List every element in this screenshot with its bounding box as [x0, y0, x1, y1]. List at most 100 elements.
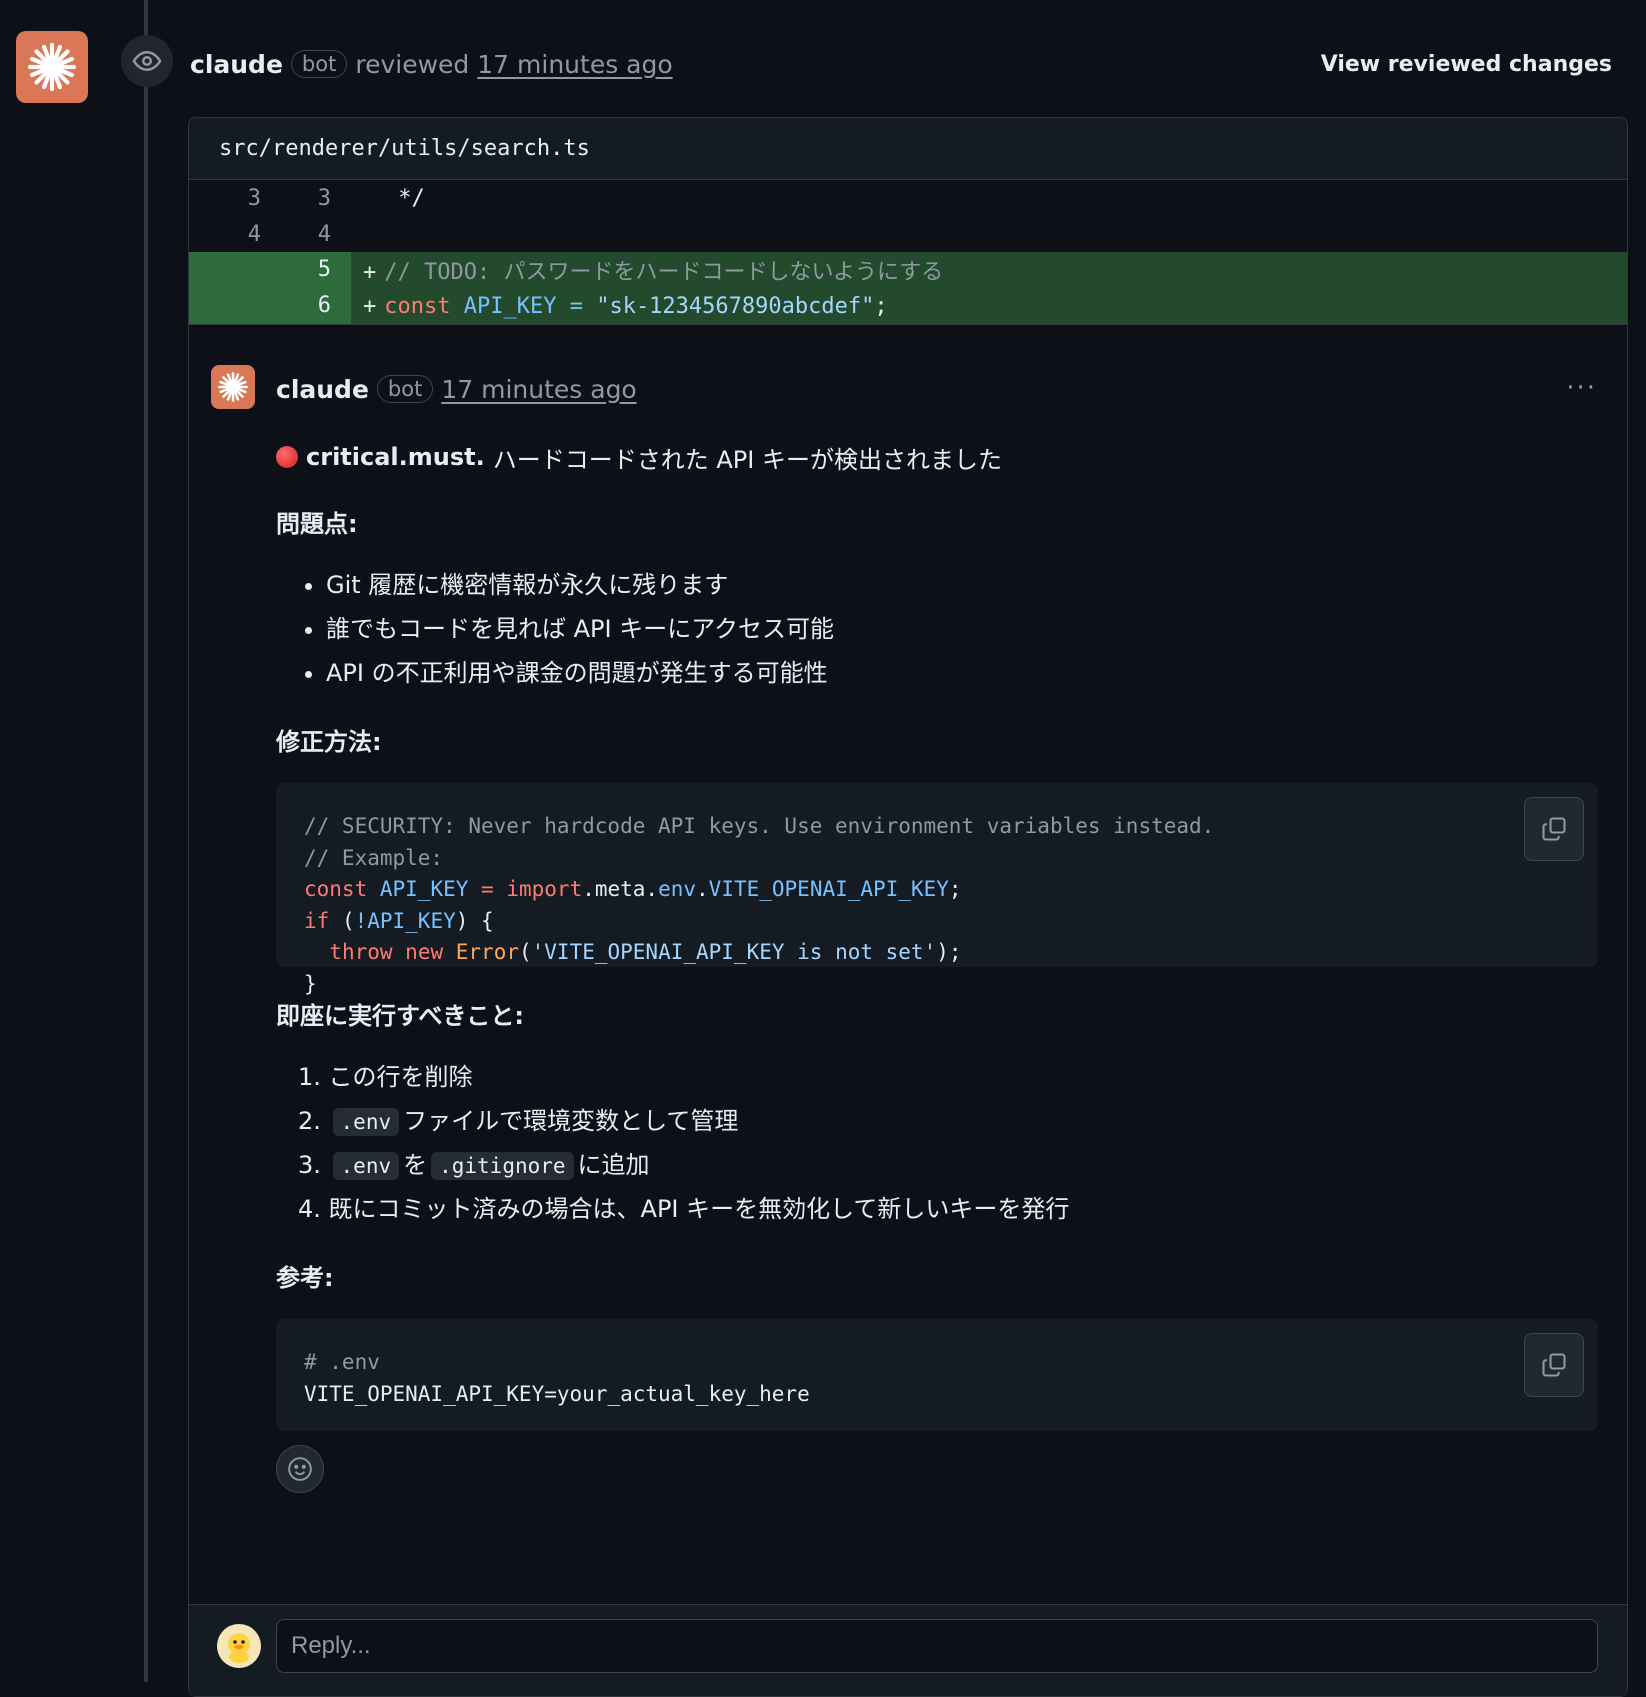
copy-button[interactable]	[1524, 797, 1584, 861]
diff-row-added: 5 + // TODO: パスワードをハードコードしないようにする	[189, 252, 1627, 288]
claude-sparkle-icon	[27, 42, 77, 92]
diff-row-added: 6 + const API_KEY = "sk-1234567890abcdef"…	[189, 288, 1627, 324]
inline-code: .env	[332, 1152, 400, 1180]
code-plain: (	[518, 940, 532, 964]
reply-input[interactable]	[276, 1619, 1598, 1673]
code-plain: .	[696, 877, 709, 901]
view-reviewed-changes-link[interactable]: View reviewed changes	[1321, 52, 1612, 77]
diff-row: 3 3 */	[189, 180, 1627, 216]
code-comment: # .env	[304, 1350, 380, 1374]
new-line-number[interactable]: 3	[261, 186, 351, 211]
copy-button[interactable]	[1524, 1333, 1584, 1397]
old-line-number[interactable]: 4	[189, 222, 261, 247]
diff-add-sign: +	[363, 260, 377, 285]
code-operator: =	[481, 877, 494, 901]
code-identifier: env	[658, 877, 697, 901]
file-path[interactable]: src/renderer/utils/search.ts	[189, 118, 1627, 180]
inline-code: .env	[332, 1108, 400, 1136]
diff-comment-text: // TODO: パスワードをハードコードしないようにする	[384, 260, 944, 285]
duck-avatar[interactable]	[217, 1624, 261, 1668]
todo-text: 既にコミット済みの場合は、API キーを無効化して新しいキーを発行	[328, 1195, 1070, 1223]
code-plain: (	[329, 908, 355, 933]
claude-sparkle-icon	[218, 372, 248, 402]
code-operator: =	[569, 293, 583, 319]
todo-list: この行を削除 .envファイルで環境変数として管理 .envを.gitignor…	[276, 1055, 1598, 1231]
old-line-number	[189, 288, 261, 324]
fix-code: // SECURITY: Never hardcode API keys. Us…	[304, 811, 1570, 1000]
code-identifier: VITE_OPENAI_API_KEY	[708, 877, 949, 901]
problems-list: Git 履歴に機密情報が永久に残ります 誰でもコードを見れば API キーにアク…	[276, 563, 1598, 695]
comment-avatar[interactable]	[211, 365, 255, 409]
code-keyword: import	[506, 877, 583, 901]
code-keyword: const	[304, 877, 368, 901]
copy-icon	[1542, 817, 1566, 841]
timeline-rail	[144, 0, 148, 1682]
inline-code: .gitignore	[431, 1152, 574, 1180]
add-reaction-button[interactable]	[276, 1445, 324, 1493]
list-item: .envファイルで環境変数として管理	[298, 1099, 1598, 1143]
code-comment: // SECURITY: Never hardcode API keys. Us…	[304, 814, 1215, 838]
review-author[interactable]: claude	[190, 50, 283, 79]
code-plain: }	[304, 971, 317, 996]
eye-icon	[132, 50, 162, 72]
red-circle-icon	[276, 446, 298, 468]
list-item: 既にコミット済みの場合は、API キーを無効化して新しいキーを発行	[298, 1187, 1598, 1231]
reference-heading: 参考:	[276, 1263, 334, 1292]
comment-body: critical.must. ハードコードされた API キーが検出されました …	[276, 437, 1598, 1493]
todo-text: ファイルで環境変数として管理	[403, 1107, 739, 1135]
new-line-number[interactable]: 4	[261, 222, 351, 247]
code-plain: ;	[948, 877, 962, 901]
review-action: reviewed	[355, 49, 470, 79]
todo-text: を	[403, 1151, 428, 1179]
code-plain: );	[936, 940, 962, 964]
reference-code: # .env VITE_OPENAI_API_KEY=your_actual_k…	[304, 1347, 1570, 1410]
todo-text: この行を削除	[328, 1063, 473, 1091]
code-identifier: API_KEY	[463, 293, 557, 319]
bot-badge: bot	[376, 375, 434, 403]
reply-area	[189, 1604, 1627, 1696]
todo-text: に追加	[577, 1151, 650, 1179]
code-keyword: new	[405, 940, 444, 964]
comment-author[interactable]: claude	[276, 375, 369, 404]
smiley-icon	[288, 1457, 312, 1481]
diff-code: + // TODO: パスワードをハードコードしないようにする	[351, 254, 943, 286]
review-time-link[interactable]: 17 minutes ago	[477, 50, 672, 79]
comment-title: critical.must. ハードコードされた API キーが検出されました	[276, 437, 1598, 477]
old-line-number[interactable]: 3	[189, 186, 261, 211]
code-plain: VITE_OPENAI_API_KEY=your_actual_key_here	[304, 1381, 810, 1406]
code-keyword: const	[384, 293, 451, 319]
review-eye-badge	[121, 35, 173, 87]
duck-avatar-icon	[220, 1627, 258, 1665]
old-line-number	[189, 252, 261, 288]
code-identifier: !API_KEY	[354, 908, 456, 933]
comment-time-link[interactable]: 17 minutes ago	[441, 375, 636, 404]
list-item: API の不正利用や課金の問題が発生する可能性	[326, 651, 1598, 695]
code-keyword: if	[304, 908, 330, 933]
list-item: この行を削除	[298, 1055, 1598, 1099]
list-item: Git 履歴に機密情報が永久に残ります	[326, 563, 1598, 607]
new-line-number[interactable]: 5	[261, 252, 351, 288]
diff-add-sign: +	[363, 293, 377, 319]
code-class: Error	[455, 940, 519, 964]
severity-label: critical.must.	[306, 443, 485, 471]
reference-code-block: # .env VITE_OPENAI_API_KEY=your_actual_k…	[276, 1319, 1598, 1431]
review-header: claude bot reviewed 17 minutes ago View …	[190, 44, 1612, 84]
bot-badge: bot	[290, 50, 348, 78]
code-plain: .meta.	[582, 877, 659, 901]
code-string: "sk-1234567890abcdef"	[596, 293, 875, 319]
code-punct: ;	[874, 293, 888, 319]
comment-title-text: ハードコードされた API キーが検出されました	[492, 445, 1002, 474]
code-comment: // Example:	[304, 845, 444, 870]
claude-avatar[interactable]	[16, 31, 88, 103]
diff-row: 4 4	[189, 216, 1627, 252]
diff-code: + const API_KEY = "sk-1234567890abcdef";	[351, 294, 888, 319]
list-item: .envを.gitignoreに追加	[298, 1143, 1598, 1187]
code-string: 'VITE_OPENAI_API_KEY is not set'	[531, 940, 937, 964]
more-options-button[interactable]: ···	[1566, 373, 1597, 403]
list-item: 誰でもコードを見れば API キーにアクセス可能	[326, 607, 1598, 651]
code-keyword: throw	[329, 940, 393, 964]
diff-hunk: 3 3 */ 4 4 5 + // TODO: パスワードをハードコードしないよう…	[189, 180, 1627, 325]
comment-header: claude bot 17 minutes ago	[276, 369, 637, 409]
new-line-number[interactable]: 6	[261, 288, 351, 324]
code-identifier: API_KEY	[379, 877, 469, 901]
